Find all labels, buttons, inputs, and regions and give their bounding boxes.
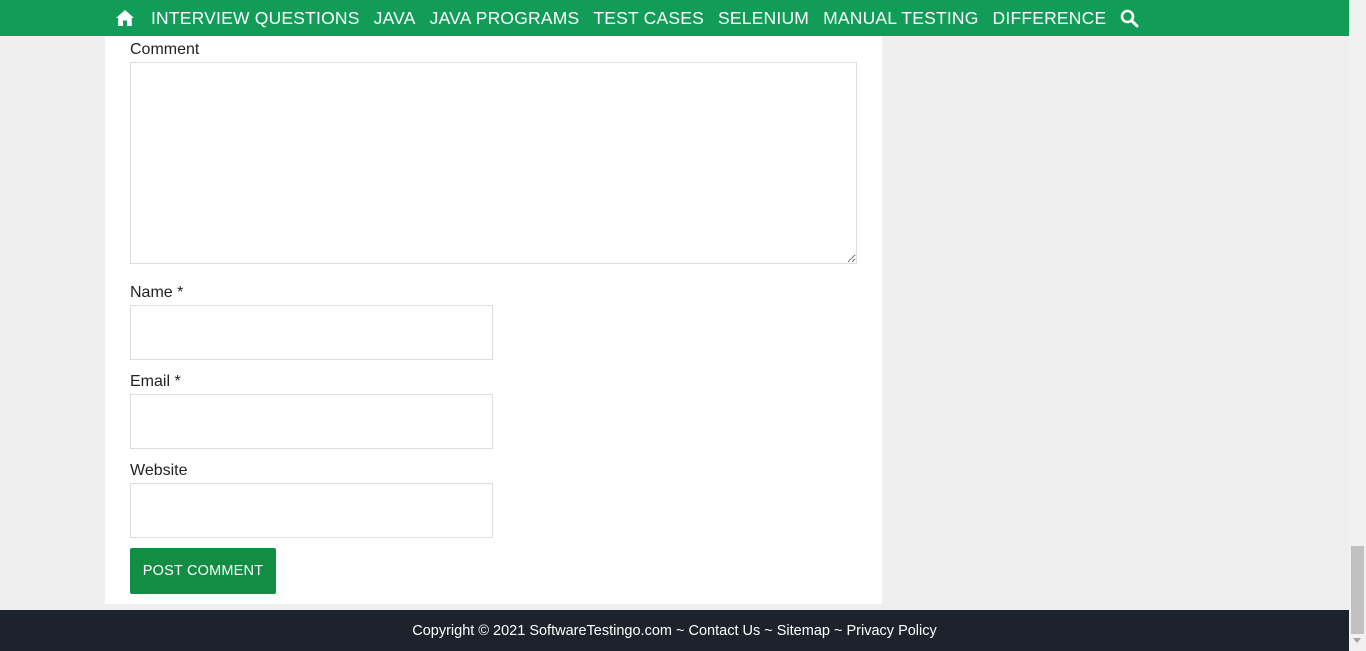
top-navigation: INTERVIEW QUESTIONS JAVA JAVA PROGRAMS T… xyxy=(0,0,1349,36)
footer-separator: ~ xyxy=(671,622,689,639)
nav-item-manual-testing[interactable]: MANUAL TESTING xyxy=(823,0,978,36)
copyright-text: Copyright © 2021 SoftwareTestingo.com xyxy=(412,622,672,639)
comment-textarea[interactable] xyxy=(130,62,857,264)
scroll-down-arrow-icon[interactable] xyxy=(1353,638,1361,643)
nav-item-difference[interactable]: DIFFERENCE xyxy=(993,0,1107,36)
website-label: Website xyxy=(130,462,188,479)
contact-us-link[interactable]: Contact Us xyxy=(689,623,761,639)
home-icon[interactable] xyxy=(115,8,135,28)
privacy-policy-link[interactable]: Privacy Policy xyxy=(847,623,937,639)
nav-item-interview-questions[interactable]: INTERVIEW QUESTIONS xyxy=(151,0,360,36)
comment-form-card: Comment Name * Email * Website POST COMM… xyxy=(105,36,882,604)
nav-item-test-cases[interactable]: TEST CASES xyxy=(593,0,704,36)
footer-separator: ~ xyxy=(760,622,777,639)
email-field[interactable] xyxy=(130,394,493,449)
name-label: Name * xyxy=(130,284,184,301)
website-field[interactable] xyxy=(130,483,493,538)
search-icon[interactable] xyxy=(1120,8,1140,28)
post-comment-button[interactable]: POST COMMENT xyxy=(130,548,276,594)
scrollbar-thumb[interactable] xyxy=(1351,546,1364,634)
email-label: Email * xyxy=(130,373,181,390)
nav-item-java[interactable]: JAVA xyxy=(374,0,416,36)
page-scrollbar[interactable] xyxy=(1349,0,1366,651)
nav-item-java-programs[interactable]: JAVA PROGRAMS xyxy=(430,0,580,36)
footer: Copyright © 2021 SoftwareTestingo.com ~ … xyxy=(0,610,1349,651)
nav-item-selenium[interactable]: SELENIUM xyxy=(718,0,809,36)
footer-separator: ~ xyxy=(829,622,847,639)
sitemap-link[interactable]: Sitemap xyxy=(777,623,830,639)
comment-label: Comment xyxy=(130,41,200,58)
name-field[interactable] xyxy=(130,305,493,360)
